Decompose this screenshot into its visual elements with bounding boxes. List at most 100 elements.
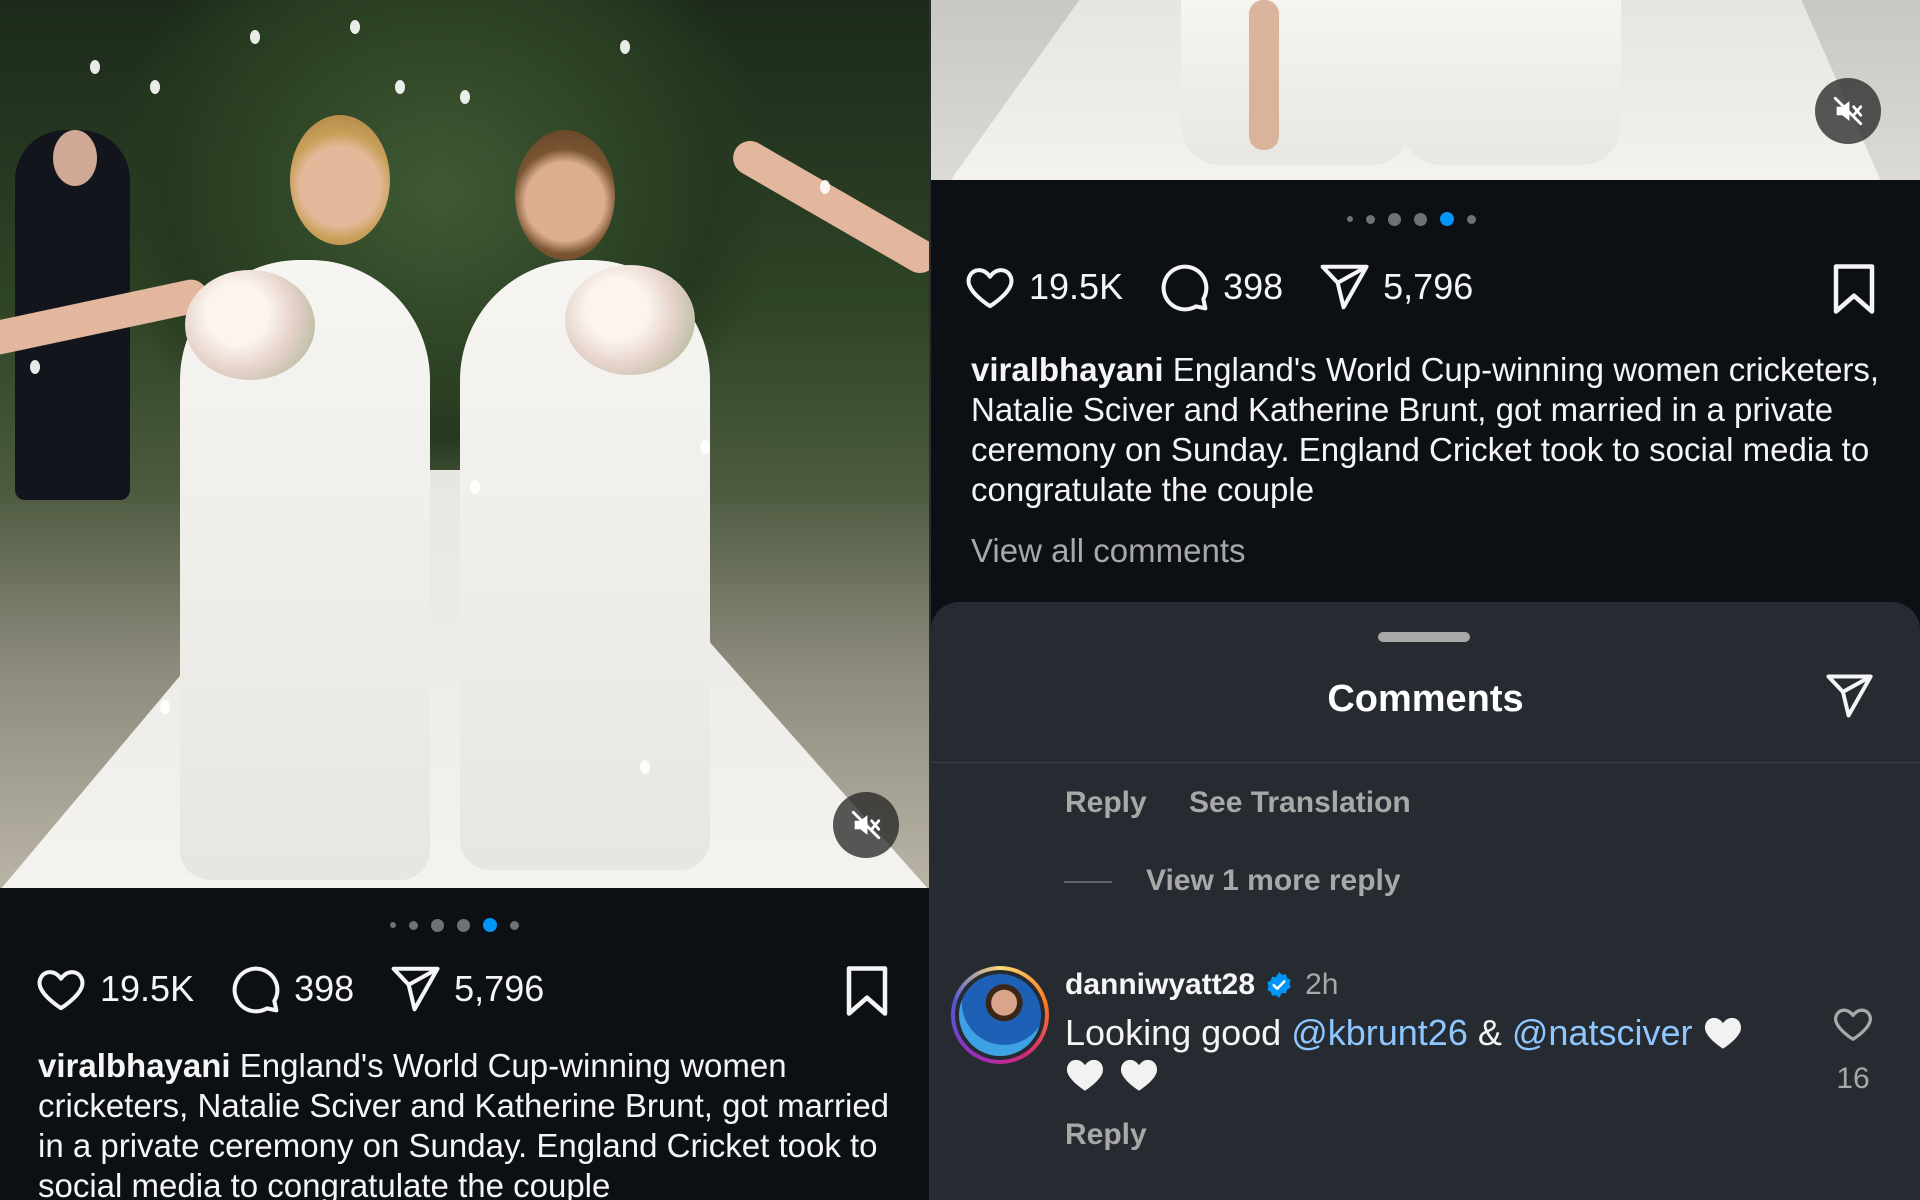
sheet-header-divider	[931, 762, 1920, 763]
sheet-title: Comments	[1327, 678, 1524, 720]
share-icon	[391, 966, 440, 1012]
post-view-left: 19.5K 398 5,796 viralbhayani England's W…	[0, 0, 929, 1200]
view-more-replies-button[interactable]: View 1 more reply	[1146, 864, 1401, 898]
photo-head-right	[515, 130, 615, 260]
view-more-line	[1064, 881, 1112, 883]
share-count: 5,796	[454, 968, 545, 1009]
mute-icon	[1833, 96, 1863, 126]
photo-petal	[470, 480, 480, 494]
post-caption: viralbhayani England's World Cup-winning…	[971, 350, 1901, 510]
photo-bouquet-left	[185, 270, 315, 380]
share-action[interactable]: 5,796	[388, 962, 544, 1016]
post-actions: 19.5K 398 5,796	[34, 962, 578, 1016]
photo-petal	[150, 80, 160, 94]
comment-like-count: 16	[1836, 1062, 1870, 1095]
bookmark-icon	[1833, 264, 1875, 314]
comment-count: 398	[294, 968, 355, 1009]
mention-link[interactable]: @natsciver	[1512, 1012, 1693, 1053]
carousel-dot	[1347, 216, 1353, 222]
white-heart-emoji	[1066, 1059, 1104, 1091]
white-heart-emoji	[1120, 1059, 1158, 1091]
photo-petal	[460, 90, 470, 104]
reply-button[interactable]: Reply	[1065, 1118, 1147, 1152]
view-all-comments-link[interactable]: View all comments	[971, 532, 1246, 570]
comment-count: 398	[1223, 266, 1284, 307]
carousel-dot	[1366, 214, 1375, 224]
white-heart-emoji	[1704, 1017, 1741, 1049]
comment-header: danniwyatt28 2h	[1065, 968, 1338, 1002]
send-icon	[1826, 674, 1873, 718]
photo-leg	[1249, 0, 1279, 150]
post-photo[interactable]	[0, 0, 929, 888]
mute-icon	[851, 810, 881, 840]
comment-text: Looking good @kbrunt26 & @natsciver	[1065, 1012, 1785, 1096]
avatar[interactable]	[951, 966, 1049, 1064]
comment-icon	[1161, 264, 1209, 312]
comment-text-start: Looking good	[1065, 1012, 1292, 1053]
mute-button[interactable]	[833, 792, 899, 858]
photo-petal	[640, 760, 650, 774]
photo-petal	[700, 440, 710, 454]
caption-username[interactable]: viralbhayani	[971, 351, 1164, 388]
photo-petal	[820, 180, 830, 194]
reply-button[interactable]: Reply	[1065, 786, 1147, 820]
like-action[interactable]: 19.5K	[34, 962, 194, 1016]
comment-like: 16	[1831, 1002, 1875, 1096]
comment-text-mid: &	[1467, 1012, 1512, 1053]
carousel-indicator	[390, 918, 519, 932]
photo-guest-head	[53, 130, 97, 186]
photo-petal	[160, 700, 170, 714]
verified-badge-icon	[1265, 971, 1293, 999]
heart-icon	[966, 268, 1014, 309]
photo-petal	[395, 80, 405, 94]
share-action[interactable]: 5,796	[1317, 260, 1473, 314]
comment-action[interactable]: 398	[1157, 260, 1283, 314]
photo-petal	[250, 30, 260, 44]
save-button[interactable]	[842, 964, 892, 1023]
see-translation-button[interactable]: See Translation	[1189, 786, 1411, 820]
photo-dress-right	[1401, 0, 1621, 165]
carousel-dot	[1414, 212, 1427, 226]
carousel-dot	[409, 920, 418, 930]
photo-bouquet-right	[565, 265, 695, 375]
carousel-dot	[431, 918, 444, 932]
sheet-drag-handle[interactable]	[1378, 632, 1470, 642]
share-post-button[interactable]	[1821, 670, 1877, 727]
photo-dress-left	[1181, 0, 1411, 165]
carousel-indicator	[1347, 212, 1476, 226]
comment-action[interactable]: 398	[228, 962, 354, 1016]
comment-icon	[232, 966, 280, 1014]
carousel-dot	[1467, 214, 1476, 224]
heart-icon[interactable]	[1831, 1002, 1875, 1042]
share-icon	[1320, 264, 1369, 310]
comment-time: 2h	[1305, 968, 1339, 1001]
post-caption: viralbhayani England's World Cup-winning…	[38, 1046, 908, 1200]
carousel-dot	[390, 922, 396, 928]
carousel-dot-active	[483, 918, 497, 932]
caption-username[interactable]: viralbhayani	[38, 1047, 231, 1084]
like-count: 19.5K	[100, 968, 195, 1009]
share-count: 5,796	[1383, 266, 1474, 307]
mute-button[interactable]	[1815, 78, 1881, 144]
heart-icon	[37, 970, 85, 1011]
carousel-dot	[457, 918, 470, 932]
bookmark-icon	[846, 966, 888, 1016]
like-action[interactable]: 19.5K	[963, 260, 1123, 314]
carousel-dot-active	[1440, 212, 1454, 226]
like-count: 19.5K	[1029, 266, 1124, 307]
post-view-right: 19.5K 398 5,796 viralbhayani England's W…	[931, 0, 1920, 1200]
carousel-dot	[1388, 212, 1401, 226]
comments-sheet: Comments Reply See Translation View 1 mo…	[931, 602, 1920, 1200]
photo-petal	[620, 40, 630, 54]
post-actions: 19.5K 398 5,796	[963, 260, 1507, 314]
photo-petal	[350, 20, 360, 34]
comment-username[interactable]: danniwyatt28	[1065, 968, 1255, 1002]
mention-link[interactable]: @kbrunt26	[1291, 1012, 1468, 1053]
photo-head-left	[290, 115, 390, 245]
save-button[interactable]	[1829, 262, 1879, 321]
post-photo-cropped[interactable]	[931, 0, 1920, 180]
photo-petal	[30, 360, 40, 374]
photo-petal	[90, 60, 100, 74]
avatar-image	[959, 974, 1041, 1056]
carousel-dot	[510, 920, 519, 930]
